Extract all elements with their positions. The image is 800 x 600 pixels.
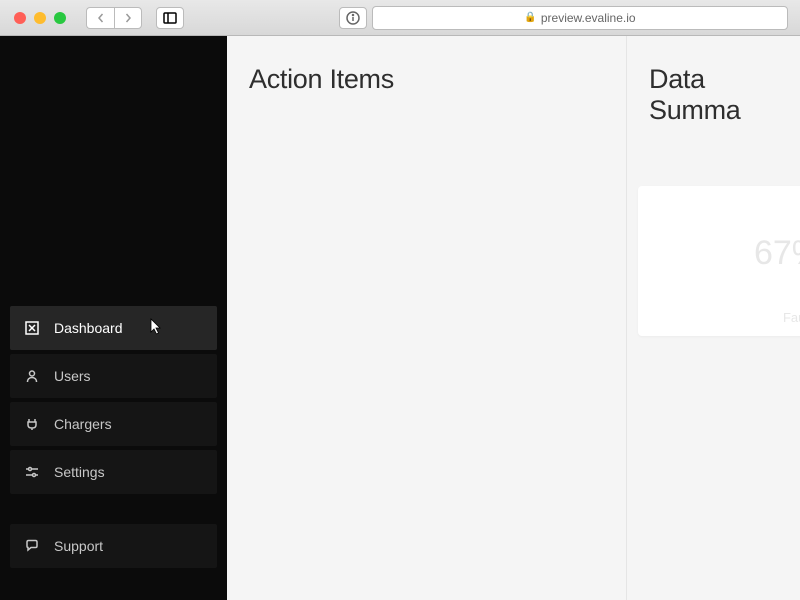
gauge-sublabel: Fault fl [783,310,800,325]
app: Dashboard Users Chargers Settings [0,36,800,600]
gauge-value: 67% [754,234,800,273]
dashboard-icon [24,320,40,336]
user-icon [24,368,40,384]
action-items-title: Action Items [249,64,604,95]
sidebar-item-users[interactable]: Users [10,354,217,398]
sidebar-item-dashboard[interactable]: Dashboard [10,306,217,350]
sidebar-item-label: Support [54,538,103,554]
chat-icon [24,538,40,554]
sidebar-icon [163,12,177,24]
data-summary-panel: Data Summa 67% Fault fl [627,36,800,600]
gauge-area: 67% Fault fl [638,186,800,386]
chevron-right-icon [123,13,133,23]
sidebar-toggle-button[interactable] [156,7,184,29]
sidebar-logo-area [0,36,227,306]
reader-button[interactable] [339,7,367,29]
address-bar[interactable]: 🔒 preview.evaline.io [372,6,788,30]
sliders-icon [24,464,40,480]
sidebar-item-label: Chargers [54,416,112,432]
forward-button[interactable] [114,7,142,29]
back-button[interactable] [86,7,114,29]
main-content: Action Items Data Summa 67% Fault fl [227,36,800,600]
plug-icon [24,416,40,432]
sidebar-item-support[interactable]: Support [10,524,217,568]
gauge-card: 67% Fault fl [638,186,800,336]
data-summary-title: Data Summa [649,64,778,126]
url-text: preview.evaline.io [541,11,636,25]
sidebar-item-label: Dashboard [54,320,123,336]
window-minimize-button[interactable] [34,12,46,24]
sidebar-item-chargers[interactable]: Chargers [10,402,217,446]
nav-list: Dashboard Users Chargers Settings [0,306,227,494]
sidebar-item-label: Users [54,368,91,384]
sidebar-item-label: Settings [54,464,105,480]
lock-icon: 🔒 [524,12,536,23]
browser-chrome: 🔒 preview.evaline.io [0,0,800,36]
nav-bottom: Support [0,524,227,600]
action-items-panel: Action Items [227,36,627,600]
sidebar-item-settings[interactable]: Settings [10,450,217,494]
info-icon [346,11,360,25]
window-close-button[interactable] [14,12,26,24]
sidebar: Dashboard Users Chargers Settings [0,36,227,600]
traffic-lights [14,12,66,24]
window-zoom-button[interactable] [54,12,66,24]
chevron-left-icon [96,13,106,23]
nav-buttons [86,7,142,29]
